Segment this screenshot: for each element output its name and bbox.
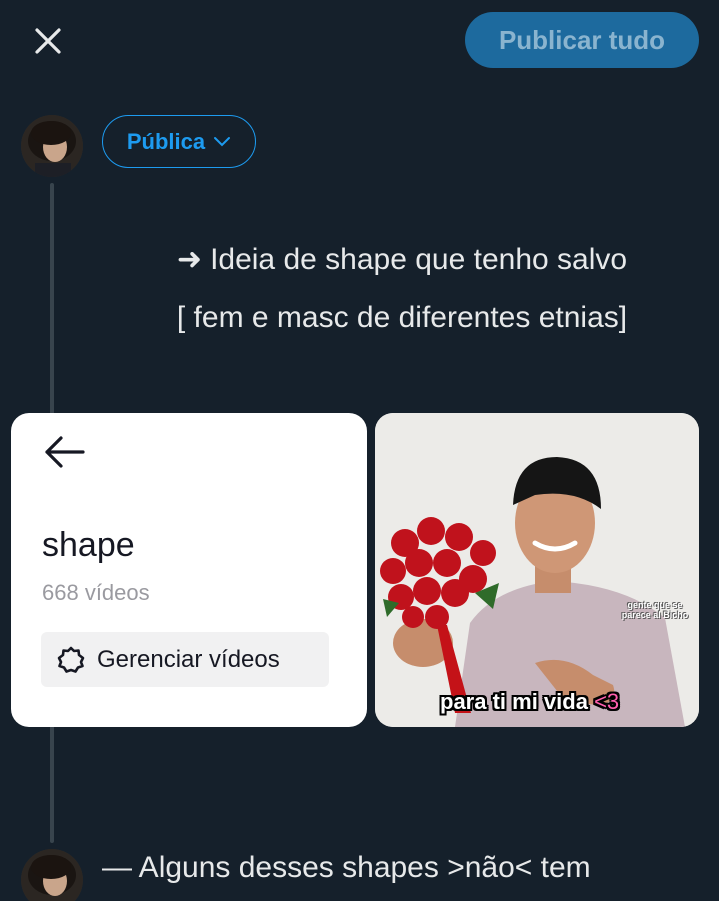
post-text-line[interactable]: [ fem e masc de diferentes etnias] bbox=[102, 299, 702, 337]
audience-label: Pública bbox=[126, 128, 206, 154]
publish-all-button[interactable]: Publicar tudo bbox=[465, 12, 699, 68]
gear-icon bbox=[57, 646, 85, 673]
manage-videos-label: Gerenciar vídeos bbox=[97, 645, 280, 673]
right-arrow-icon: ➜ bbox=[176, 243, 203, 276]
manage-videos-button: Gerenciar vídeos bbox=[41, 632, 329, 687]
audience-selector-button[interactable]: Pública bbox=[102, 115, 256, 168]
back-arrow-icon bbox=[45, 436, 85, 468]
video-count: 668 vídeos bbox=[42, 580, 150, 605]
playlist-title: shape bbox=[42, 526, 135, 564]
close-button[interactable] bbox=[26, 22, 70, 60]
meme-watermark: gente que se parece al Bicho bbox=[621, 600, 689, 620]
meme-caption: para ti mi vida <3 bbox=[440, 689, 620, 714]
media-image-2[interactable]: gente que se parece al Bicho para ti mi … bbox=[375, 413, 699, 727]
chevron-down-icon bbox=[214, 136, 231, 146]
compose-thread-page: Publicar tudo Pública ➜ Ideia de shape qu… bbox=[0, 0, 719, 901]
post-text-line[interactable]: ➜ Ideia de shape que tenho salvo bbox=[102, 241, 702, 279]
meme-photo bbox=[375, 413, 699, 727]
post-text-line[interactable]: — Alguns desses shapes >não< tem bbox=[102, 849, 591, 887]
avatar[interactable] bbox=[21, 849, 83, 901]
avatar[interactable] bbox=[21, 115, 83, 177]
media-image-1[interactable]: shape 668 vídeos Gerenciar vídeos bbox=[11, 413, 367, 727]
close-icon bbox=[35, 28, 61, 54]
